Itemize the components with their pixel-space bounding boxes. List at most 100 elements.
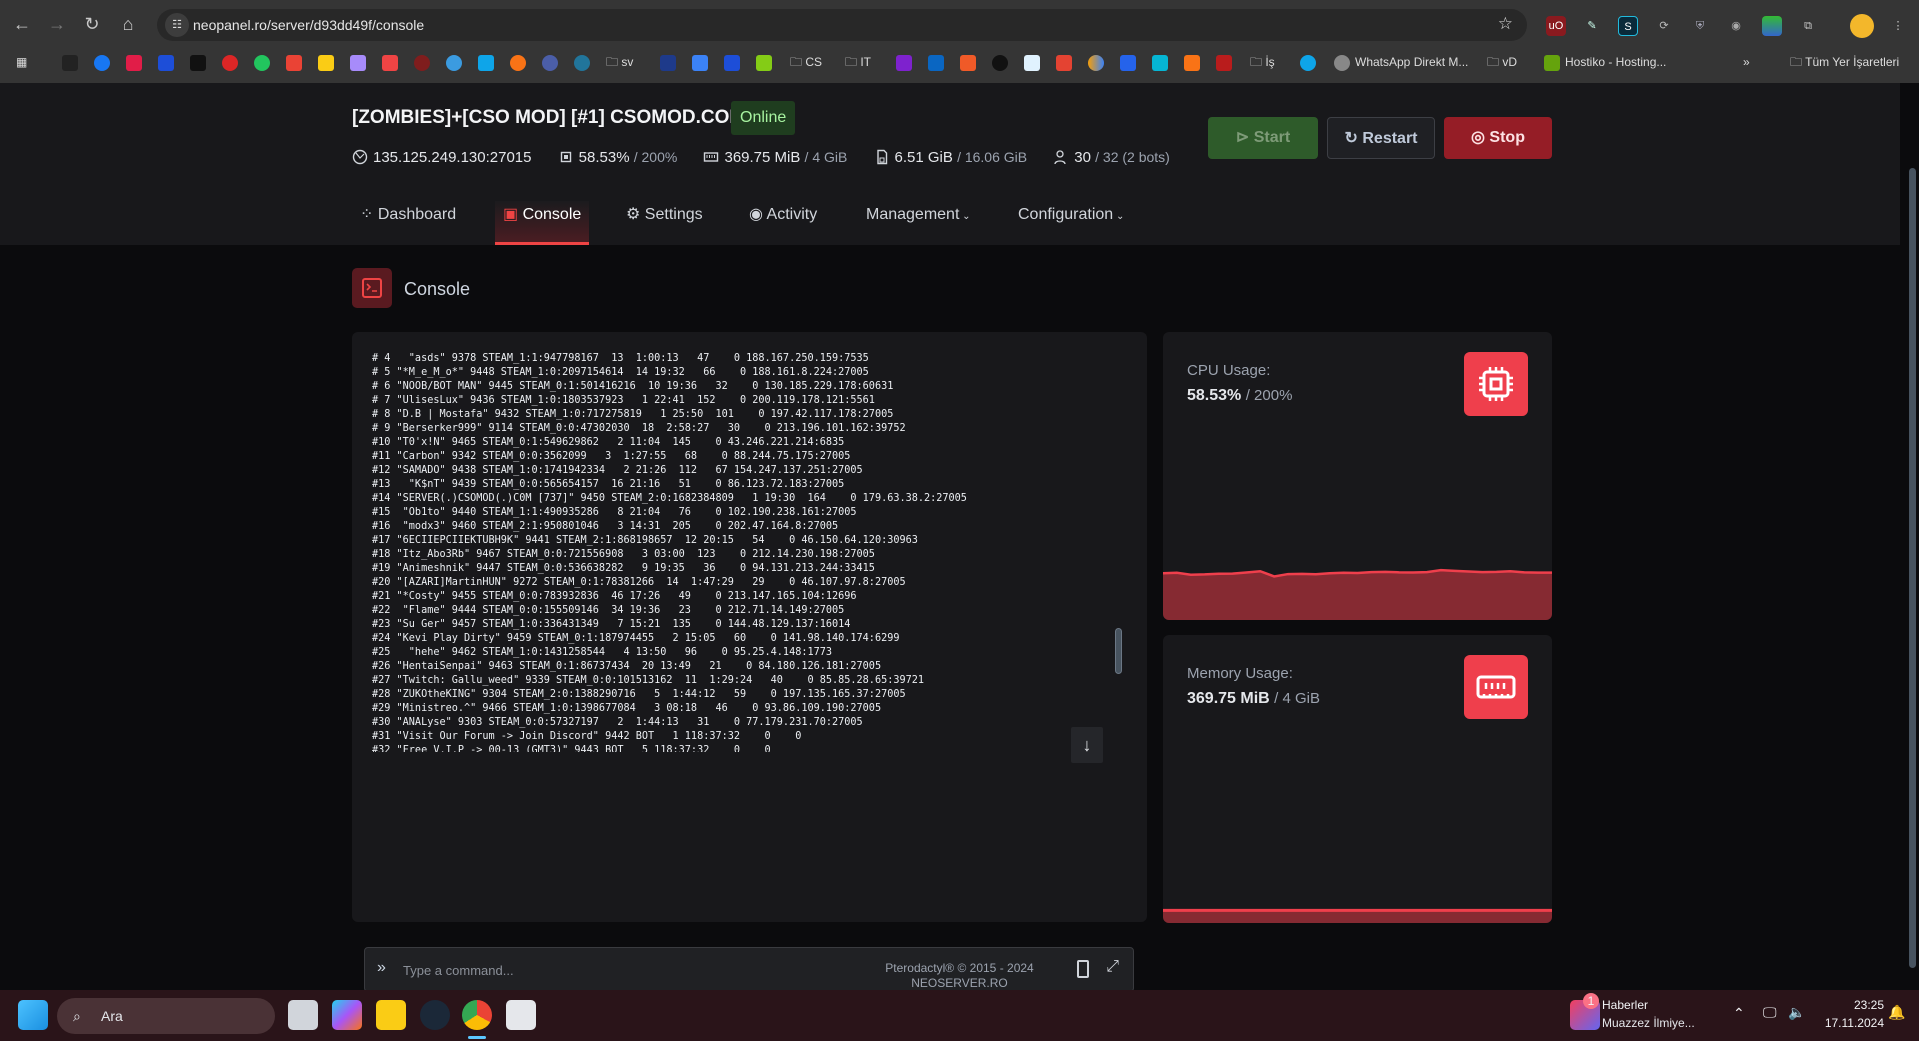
tab-management[interactable]: Management ⌄ [866,201,971,245]
chrome-icon[interactable] [462,1000,492,1030]
dashboard-grid-icon: ⁘ [360,206,378,223]
whatsapp-bookmark-icon[interactable] [254,54,270,71]
youtube-bookmark-icon[interactable] [382,54,398,71]
bookmark-icon[interactable] [478,54,494,71]
back-button[interactable]: ← [8,10,36,38]
todoist-bookmark-icon[interactable] [1056,54,1072,71]
forward-button[interactable]: → [43,10,71,38]
bookmark-folder-is[interactable]: 🗀 İş [1250,53,1275,71]
console-scrollbar[interactable] [1115,628,1122,674]
bookmark-folder-sv[interactable]: 🗀 sv [606,53,633,71]
chevron-down-icon: ⌄ [1113,211,1125,222]
bookmark-icon[interactable] [414,54,430,71]
bookmark-folder-vd[interactable]: 🗀 vD [1487,53,1517,71]
mail-bookmark-icon[interactable] [318,54,334,71]
bookmark-icon[interactable] [660,54,676,71]
bookmark-icon[interactable] [1216,54,1232,71]
clock-time[interactable]: 23:25 [1832,998,1884,1012]
mail-bookmark-icon[interactable] [350,54,366,71]
linkedin-bookmark-icon[interactable] [928,54,944,71]
color-picker-extension-icon[interactable]: ✎ [1582,16,1602,36]
notifications-bell-icon[interactable]: 🔔 [1888,1004,1905,1021]
hostiko-icon [1544,54,1560,71]
url-text[interactable]: neopanel.ro/server/d93dd49f/console [193,17,424,33]
file-explorer-icon[interactable] [376,1000,406,1030]
bookmark-icon[interactable] [1184,54,1200,71]
shield-extension-icon[interactable]: ⛨ [1690,16,1710,36]
bookmark-icon[interactable] [158,54,174,71]
steam-icon[interactable] [420,1000,450,1030]
bookmark-icon[interactable] [1024,54,1040,71]
camera-extension-icon[interactable]: ◉ [1726,16,1746,36]
bookmark-icon[interactable] [542,54,558,71]
tray-expand-icon[interactable]: ⌃ [1733,1005,1745,1022]
tab-configuration[interactable]: Configuration ⌄ [1018,201,1124,245]
volume-icon[interactable]: 🔈 [1788,1004,1805,1021]
bookmark-folder-cs[interactable]: 🗀 CS [790,53,822,71]
console-line: #16 "modx3" 9460 STEAM_2:1:950801046 3 1… [372,521,839,532]
counter-strike-icon[interactable] [506,1000,536,1030]
start-button[interactable]: ⊳ Start [1208,117,1318,159]
bookmark-icon[interactable] [1088,54,1104,71]
bookmarks-overflow-button[interactable]: » [1743,53,1750,71]
tab-activity[interactable]: ◉ Activity [749,201,817,245]
paypal-bookmark-icon[interactable] [724,54,740,71]
bookmark-hostiko[interactable]: Hostiko - Hosting... [1544,53,1666,71]
facebook-bookmark-icon[interactable] [94,54,110,71]
server-address[interactable]: 135.125.249.130:27015 [373,149,532,166]
reload-button[interactable]: ↻ [78,10,106,38]
clock-date[interactable]: 17.11.2024 [1818,1016,1884,1030]
news-title[interactable]: Haberler [1602,998,1648,1012]
bookmark-icon[interactable] [62,54,78,71]
taskbar-search[interactable]: ⌕ Ara [57,998,275,1034]
bookmark-icon[interactable] [1152,54,1168,71]
page-scrollbar[interactable] [1909,168,1916,968]
bookmark-icon[interactable] [960,54,976,71]
chatgpt-bookmark-icon[interactable] [992,54,1008,71]
console-line: #11 "Carbon" 9342 STEAM_0:0:3562099 3 1:… [372,451,851,462]
bookmark-icon[interactable] [510,54,526,71]
apps-grid-icon[interactable]: ▦ [16,53,27,71]
all-bookmarks-folder[interactable]: 🗀 Tüm Yer İşaretleri [1790,53,1899,71]
stop-button[interactable]: ◎ Stop [1444,117,1552,159]
yandex-bookmark-icon[interactable] [126,54,142,71]
address-bar[interactable]: ☷ neopanel.ro/server/d93dd49f/console ☆ [157,9,1527,41]
windows-start-icon[interactable] [18,1000,48,1030]
wordpress-bookmark-icon[interactable] [574,54,590,71]
bookmark-icon[interactable] [692,54,708,71]
tab-console[interactable]: ▣ Console [495,201,590,245]
tab-settings[interactable]: ⚙ Settings [626,201,703,245]
restart-button[interactable]: ↻ Restart [1327,117,1435,159]
scroll-to-bottom-button[interactable]: ↓ [1071,727,1103,763]
footer: Pterodactyl® © 2015 - 2024 NEOSERVER.RO [0,961,1919,990]
network-icon[interactable]: 🖵 [1763,1004,1777,1021]
active-app-indicator [468,1036,486,1039]
footer-copyright[interactable]: Pterodactyl® © 2015 - 2024 [0,961,1919,976]
tab-dashboard[interactable]: ⁘ Dashboard [360,201,456,245]
profile-avatar[interactable] [1850,14,1874,38]
console-output[interactable]: # 4 "asds" 9378 STEAM_1:1:947798167 13 1… [372,352,1112,752]
extensions-puzzle-icon[interactable]: ⧉ [1798,16,1818,36]
news-subtitle[interactable]: Muazzez İlmiye... [1602,1016,1695,1030]
sync-extension-icon[interactable]: ⟳ [1654,16,1674,36]
copilot-icon[interactable] [332,1000,362,1030]
bookmark-folder-it[interactable]: 🗀 IT [845,53,871,71]
seo-extension-icon[interactable]: S [1618,16,1638,36]
bookmark-icon[interactable] [1120,54,1136,71]
site-info-icon[interactable]: ☷ [165,13,189,37]
browser-menu-icon[interactable]: ⋮ [1888,16,1908,36]
console-line: #31 "Visit Our Forum -> Join Discord" 94… [372,731,802,742]
bookmark-star-icon[interactable]: ☆ [1498,14,1513,34]
bookmark-icon[interactable] [896,54,912,71]
bookmark-whatsapp-direkt[interactable]: WhatsApp Direkt M... [1334,53,1468,71]
home-button[interactable]: ⌂ [114,10,142,38]
ublock-extension-icon[interactable]: uO [1546,16,1566,36]
bookmark-icon[interactable] [756,54,772,71]
gmail-bookmark-icon[interactable] [286,54,302,71]
task-view-icon[interactable] [288,1000,318,1030]
bookmark-icon[interactable] [1300,54,1316,71]
bookmark-icon[interactable] [222,54,238,71]
telegram-bookmark-icon[interactable] [446,54,462,71]
download-manager-icon[interactable] [1762,16,1782,36]
bookmark-icon[interactable] [190,54,206,71]
